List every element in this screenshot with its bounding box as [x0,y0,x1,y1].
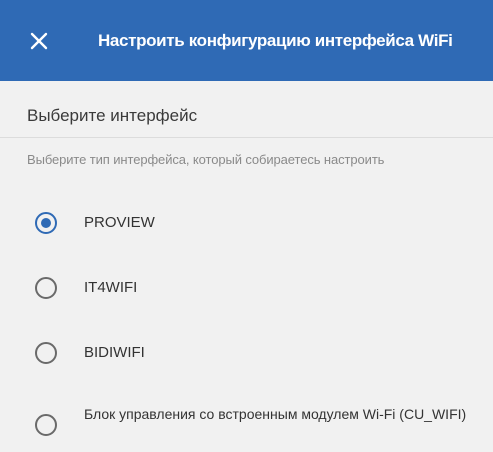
option-label: Блок управления со встроенным модулем Wi… [84,406,467,422]
page-title: Настроить конфигурацию интерфейса WiFi [98,31,453,50]
section-hint: Выберите тип интерфейса, который собирае… [27,152,385,167]
option-bidiwifi[interactable]: BIDIWIFI [0,338,493,368]
option-label: IT4WIFI [84,279,138,296]
close-button[interactable] [25,27,53,55]
wifi-config-screen: Настроить конфигурацию интерфейса WiFi В… [0,0,493,452]
option-proview[interactable]: PROVIEW [0,208,493,238]
option-label: PROVIEW [84,214,155,231]
app-header: Настроить конфигурацию интерфейса WiFi [0,0,493,81]
option-it4wifi[interactable]: IT4WIFI [0,273,493,303]
radio-it4wifi[interactable] [35,277,57,299]
radio-bidiwifi[interactable] [35,342,57,364]
close-icon [30,32,48,50]
radio-cu-wifi[interactable] [35,414,57,436]
radio-proview[interactable] [35,212,57,234]
option-label: BIDIWIFI [84,344,145,361]
option-cu-wifi[interactable]: Блок управления со встроенным модулем Wi… [0,402,493,448]
divider [0,137,493,138]
section-title: Выберите интерфейс [27,106,198,125]
